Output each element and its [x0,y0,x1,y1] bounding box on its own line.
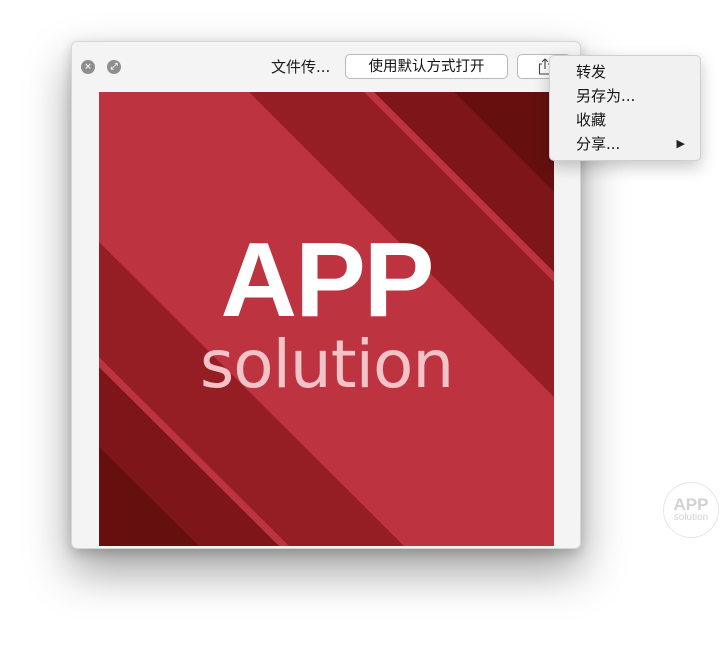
close-icon[interactable]: × [81,60,95,74]
share-menu: 转发 另存为... 收藏 分享... ▶ [549,55,701,161]
watermark-app-text: APP [673,495,709,514]
fullscreen-icon[interactable]: ⤢ [107,60,121,74]
menu-item-label: 另存为... [576,87,636,105]
logo-app-text: APP [220,221,435,339]
menu-item-label: 收藏 [576,111,607,129]
menu-item-save-as[interactable]: 另存为... [550,84,700,108]
open-with-default-app-button[interactable]: 使用默认方式打开 [345,54,508,79]
menu-item-share[interactable]: 分享... ▶ [550,132,700,156]
window-titlebar: × ⤢ 文件传... 使用默认方式打开 [72,42,580,92]
logo-solution-text: solution [199,326,454,403]
quick-look-window: × ⤢ 文件传... 使用默认方式打开 APP solution [71,41,581,549]
menu-item-forward[interactable]: 转发 [550,60,700,84]
menu-item-label: 转发 [576,63,607,81]
chevron-right-icon: ▶ [676,137,685,150]
desktop: × ⤢ 文件传... 使用默认方式打开 APP solution 转发 另存为.… [0,0,720,652]
menu-item-label: 分享... [576,135,621,153]
window-title: 文件传... [271,58,331,76]
menu-item-favorite[interactable]: 收藏 [550,108,700,132]
watermark-logo: APP solution [663,482,719,538]
image-preview: APP solution [99,92,554,546]
watermark-solution-text: solution [673,512,709,523]
